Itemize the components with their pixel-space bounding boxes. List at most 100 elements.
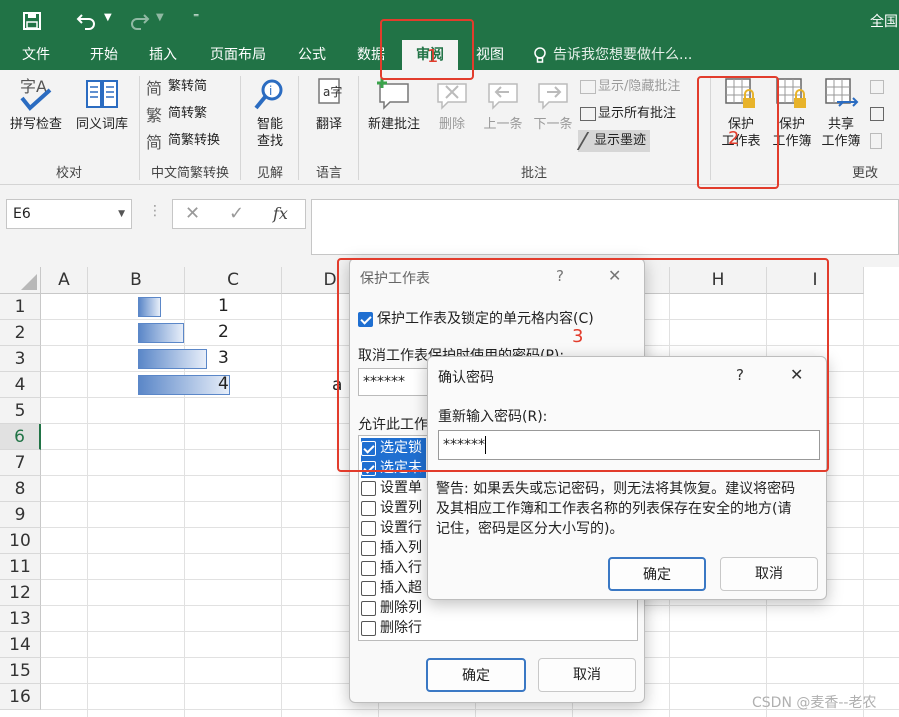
permission-item[interactable]: 删除行	[361, 618, 422, 638]
cell-b1: 1	[218, 296, 229, 316]
svg-text:a字: a字	[323, 84, 342, 99]
row-header-8[interactable]: 8	[0, 476, 41, 502]
permission-label: 删除行	[380, 620, 422, 636]
data-bar	[138, 375, 230, 395]
row-header-13[interactable]: 13	[0, 606, 41, 632]
tab-file[interactable]: 文件	[12, 40, 60, 70]
permission-label: 删除列	[380, 600, 422, 616]
title-right-text: 全国	[870, 14, 898, 30]
permission-checkbox[interactable]	[361, 520, 376, 536]
convert-char-icon: 简	[146, 132, 163, 152]
separator	[298, 76, 299, 180]
magnifier-icon: i	[254, 79, 283, 110]
tab-home[interactable]: 开始	[80, 40, 128, 70]
permission-checkbox[interactable]	[361, 560, 376, 576]
column-header-c[interactable]: C	[185, 267, 282, 294]
row-header-4[interactable]: 4	[0, 372, 41, 398]
row-header-3[interactable]: 3	[0, 346, 41, 372]
row-header-5[interactable]: 5	[0, 398, 41, 424]
select-all-corner[interactable]	[0, 267, 41, 294]
permission-label: 设置列	[380, 500, 422, 516]
show-all-comments-button[interactable]: 显示所有批注	[580, 103, 676, 125]
permission-item[interactable]: 设置单	[361, 478, 422, 498]
delete-comment-button: 删除	[428, 76, 476, 133]
permission-item[interactable]: 插入超	[361, 578, 422, 598]
protect-workbook-icon	[776, 78, 806, 108]
protect-ok-button[interactable]: 确定	[426, 658, 526, 692]
row-header-10[interactable]: 10	[0, 528, 41, 554]
group-label-language: 语言	[315, 166, 342, 181]
annotation-number-2: 2	[728, 128, 740, 149]
small-grid-icon	[870, 79, 884, 94]
tell-me-box[interactable]: 告诉我您想要做什么...	[553, 40, 692, 70]
permission-checkbox[interactable]	[361, 580, 376, 596]
previous-comment-icon	[488, 83, 518, 110]
show-hide-comment-button: 显示/隐藏批注	[580, 76, 680, 98]
cell-b2: 2	[218, 322, 229, 342]
row-header-1[interactable]: 1	[0, 294, 41, 320]
permission-checkbox[interactable]	[361, 600, 376, 616]
share-workbook-button[interactable]: 共享 工作簿	[816, 76, 866, 150]
formula-buttons: ✕ ✓ fx	[172, 199, 306, 229]
translate-button[interactable]: a字 翻译	[302, 76, 356, 133]
row-header-7[interactable]: 7	[0, 450, 41, 476]
thesaurus-button[interactable]: 同义词库	[70, 76, 134, 133]
watermark: CSDN @麦香--老农	[752, 695, 877, 711]
row-header-15[interactable]: 15	[0, 658, 41, 684]
formula-bar-area: E6 ▼ ⋮ ✕ ✓ fx	[0, 185, 899, 267]
convert-button[interactable]: 简简繁转换	[146, 130, 220, 152]
small-grid-icon	[870, 106, 884, 121]
permission-checkbox[interactable]	[361, 500, 376, 516]
row-header-12[interactable]: 12	[0, 580, 41, 606]
row-header-14[interactable]: 14	[0, 632, 41, 658]
enter-icon[interactable]: ✓	[229, 203, 244, 224]
formula-input[interactable]	[311, 199, 899, 255]
permission-item[interactable]: 设置行	[361, 518, 422, 538]
permission-checkbox[interactable]	[361, 620, 376, 636]
permission-label: 设置单	[380, 480, 422, 496]
row-header-6[interactable]: 6	[0, 424, 41, 450]
comment-toggle-icon	[580, 79, 596, 94]
to-traditional-button[interactable]: 简繁转简	[146, 76, 207, 98]
spelling-button[interactable]: 字A 拼写检查	[4, 76, 68, 133]
corner-triangle-icon	[21, 274, 37, 290]
customize-qat-icon[interactable]: ⁼	[193, 10, 199, 24]
smart-lookup-button[interactable]: i 智能 查找	[244, 76, 296, 150]
name-box[interactable]: E6 ▼	[6, 199, 132, 229]
row-header-2[interactable]: 2	[0, 320, 41, 346]
tab-insert[interactable]: 插入	[138, 40, 188, 70]
row-header-16[interactable]: 16	[0, 684, 41, 710]
permission-item[interactable]: 插入列	[361, 538, 422, 558]
group-label-comments: 批注	[520, 166, 547, 181]
row-header-11[interactable]: 11	[0, 554, 41, 580]
save-icon[interactable]	[22, 11, 42, 31]
truncated-change-button	[870, 103, 886, 125]
protect-cancel-button[interactable]: 取消	[538, 658, 636, 692]
permission-label: 插入列	[380, 540, 422, 556]
insert-function-button[interactable]: fx	[273, 204, 288, 223]
permission-item[interactable]: 删除列	[361, 598, 422, 618]
cancel-icon[interactable]: ✕	[185, 203, 200, 224]
confirm-ok-button[interactable]: 确定	[608, 557, 706, 591]
row-header-9[interactable]: 9	[0, 502, 41, 528]
permission-checkbox[interactable]	[361, 540, 376, 556]
permission-item[interactable]: 插入行	[361, 558, 422, 578]
new-comment-button[interactable]: 新建批注	[362, 76, 426, 133]
tab-formulas[interactable]: 公式	[288, 40, 336, 70]
column-gridline	[281, 294, 282, 717]
new-comment-icon	[377, 78, 409, 110]
translate-icon: a字	[318, 78, 342, 104]
column-header-b[interactable]: B	[88, 267, 185, 294]
comments-icon	[580, 106, 596, 121]
permission-item[interactable]: 设置列	[361, 498, 422, 518]
previous-comment-button: 上一条	[478, 76, 528, 133]
show-ink-button[interactable]: 显示墨迹	[576, 130, 651, 152]
to-simplified-button[interactable]: 繁简转繁	[146, 103, 207, 125]
permission-checkbox[interactable]	[361, 480, 376, 496]
confirm-cancel-button[interactable]: 取消	[720, 557, 818, 591]
tab-page-layout[interactable]: 页面布局	[200, 40, 276, 70]
lightbulb-icon	[534, 47, 546, 63]
column-header-a[interactable]: A	[41, 267, 88, 294]
undo-icon[interactable]	[76, 10, 98, 30]
undo-dropdown-icon[interactable]: ▼	[104, 12, 112, 23]
